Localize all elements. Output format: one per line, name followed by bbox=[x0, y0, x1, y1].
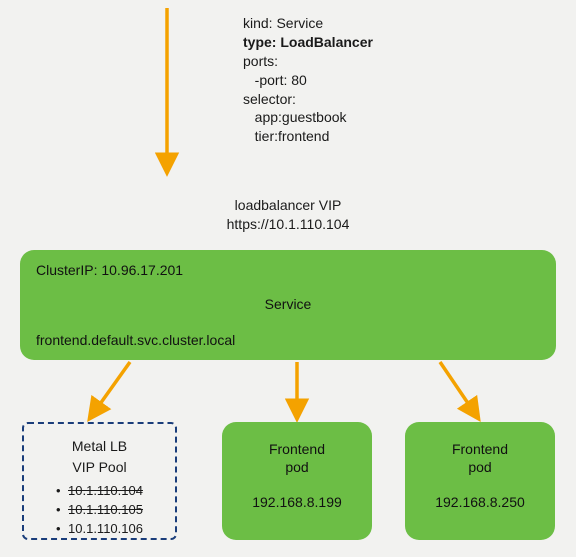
yaml-selector: selector: bbox=[243, 90, 443, 109]
service-yaml-spec: kind: Service type: LoadBalancer ports: … bbox=[243, 14, 443, 146]
yaml-kind: kind: Service bbox=[243, 14, 443, 33]
vip-pool-ip-used: 10.1.110.105 bbox=[56, 501, 143, 520]
yaml-selector-app: app:guestbook bbox=[243, 108, 443, 127]
vip-url: https://10.1.110.104 bbox=[0, 215, 576, 234]
vip-pool-ip-used: 10.1.110.104 bbox=[56, 482, 143, 501]
cluster-ip: ClusterIP: 10.96.17.201 bbox=[36, 262, 183, 278]
yaml-ports: ports: bbox=[243, 52, 443, 71]
vip-title: loadbalancer VIP bbox=[0, 196, 576, 215]
service-box: ClusterIP: 10.96.17.201 Service frontend… bbox=[20, 250, 556, 360]
service-dns: frontend.default.svc.cluster.local bbox=[36, 332, 235, 348]
yaml-port-80: -port: 80 bbox=[243, 71, 443, 90]
metal-lb-box: Metal LB VIP Pool 10.1.110.104 10.1.110.… bbox=[22, 422, 177, 540]
pod-ip: 192.168.8.250 bbox=[405, 494, 555, 510]
frontend-pod-box: Frontend pod 192.168.8.199 bbox=[222, 422, 372, 540]
pod-ip: 192.168.8.199 bbox=[222, 494, 372, 510]
frontend-pod-box: Frontend pod 192.168.8.250 bbox=[405, 422, 555, 540]
yaml-type: type: LoadBalancer bbox=[243, 33, 443, 52]
metal-lb-title: Metal LB bbox=[24, 436, 175, 457]
loadbalancer-vip-label: loadbalancer VIP https://10.1.110.104 bbox=[0, 196, 576, 234]
metal-lb-subtitle: VIP Pool bbox=[24, 457, 175, 478]
yaml-selector-tier: tier:frontend bbox=[243, 127, 443, 146]
pod-name: Frontend pod bbox=[405, 440, 555, 476]
pod-name: Frontend pod bbox=[222, 440, 372, 476]
vip-pool-ip-free: 10.1.110.106 bbox=[56, 520, 143, 539]
vip-pool-list: 10.1.110.104 10.1.110.105 10.1.110.106 bbox=[24, 482, 175, 539]
service-title: Service bbox=[20, 296, 556, 312]
